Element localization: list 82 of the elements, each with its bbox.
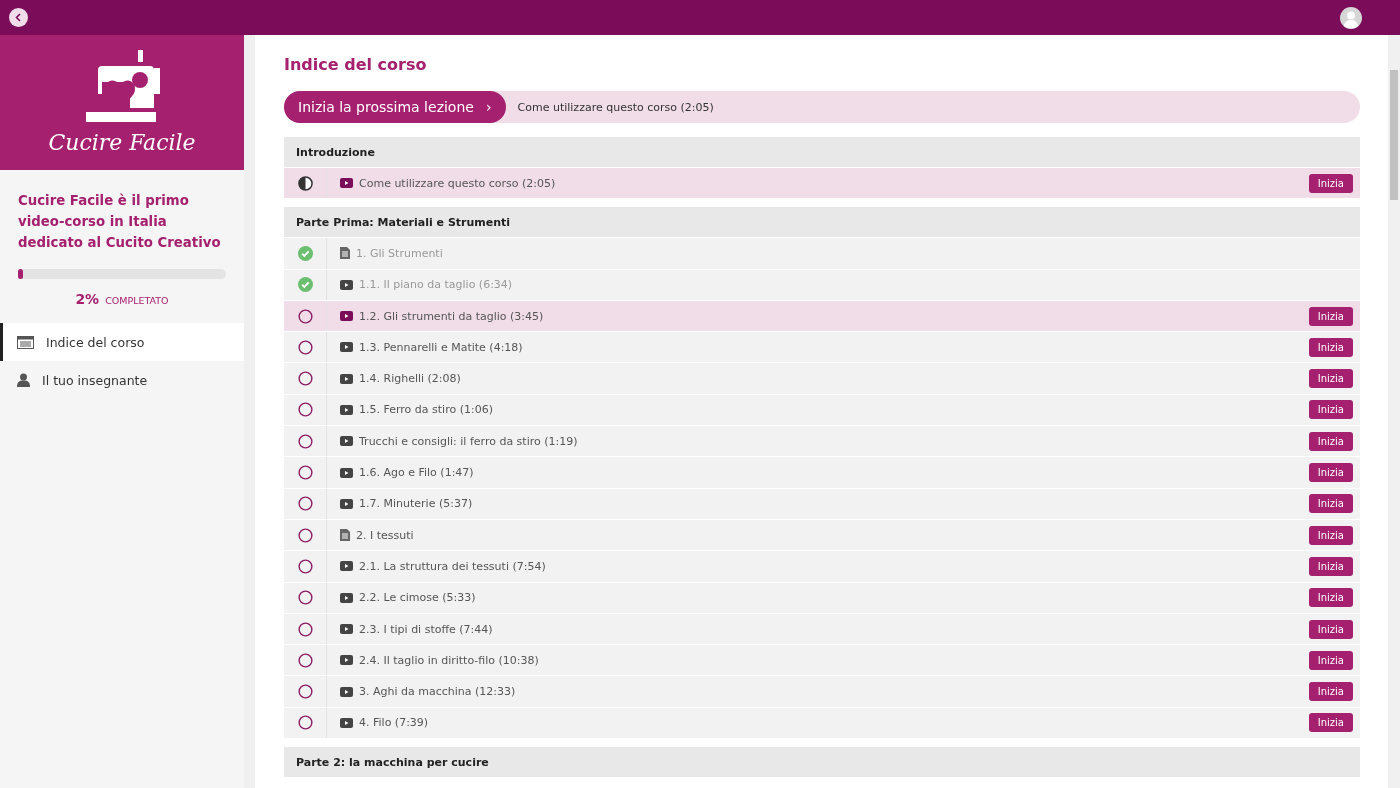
back-button[interactable] (9, 8, 28, 27)
video-icon (340, 373, 353, 384)
lesson-title: 2.1. La struttura dei tessuti (7:54) (359, 559, 546, 573)
video-icon (340, 467, 353, 478)
lesson-row[interactable]: 2.3. I tipi di stoffe (7:44) Inizia (284, 612, 1360, 645)
course-description: Cucire Facile è il primo video-corso in Italia dedicato al Cucito Creativo (17, 192, 222, 252)
start-button[interactable]: Inizia (1308, 431, 1353, 451)
progress-label: COMPLETATO (105, 295, 169, 306)
scrollbar-thumb[interactable] (1390, 70, 1398, 200)
lesson-row[interactable]: 2.4. Il taglio in diritto-filo (10:38) Inizia (284, 644, 1360, 676)
section-header: Introduzione (284, 137, 1360, 167)
page-title: Indice del corso (284, 55, 428, 74)
sidebar-item[interactable]: Il tuo insegnante (0, 361, 244, 399)
lesson-row[interactable]: 2.2. Le cimose (5:33) Inizia (284, 581, 1360, 613)
lesson-title: Come utilizzare questo corso (2:05) (359, 176, 556, 190)
video-icon (340, 178, 353, 189)
lesson-row[interactable]: 1.6. Ago e Filo (1:47) Inizia (284, 456, 1360, 488)
start-button[interactable]: Inizia (1308, 463, 1353, 482)
lesson-title: 1.4. Righelli (2:08) (359, 372, 461, 386)
document-icon (340, 247, 350, 260)
start-button[interactable]: Inizia (1308, 369, 1353, 389)
start-button[interactable]: Inizia (1308, 306, 1353, 326)
video-icon (340, 498, 353, 509)
lesson-row[interactable]: Trucchi e consigli: il ferro da stiro (1:19) Inizia (284, 425, 1360, 457)
video-icon (340, 592, 353, 603)
lesson-row[interactable]: 2. I tessuti Inizia (284, 518, 1360, 551)
lesson-title: 1.2. Gli strumenti da taglio (3:45) (359, 309, 544, 323)
video-icon (340, 279, 353, 290)
lesson-row[interactable]: 1.4. Righelli (2:08) Inizia (284, 362, 1360, 394)
lesson-title: 2.2. Le cimose (5:33) (359, 591, 476, 605)
chevron-left-icon (14, 13, 23, 22)
start-button[interactable]: Inizia (1308, 713, 1353, 733)
lesson-row[interactable]: 1.2. Gli strumenti da taglio (3:45) Inizia (284, 299, 1360, 332)
lesson-title: 1.5. Ferro da stiro (1:06) (359, 403, 493, 417)
start-button[interactable]: Inizia (1308, 400, 1353, 420)
lesson-row[interactable]: 2.1. La struttura dei tessuti (7:54) Inizia (284, 550, 1360, 582)
video-icon (340, 561, 353, 572)
video-icon (340, 436, 353, 447)
lesson-title: 1.1. Il piano da taglio (6:34) (359, 278, 513, 292)
lesson-title: 1.6. Ago e Filo (1:47) (359, 466, 474, 479)
lesson-row[interactable]: Come utilizzare questo corso (2:05) Inizia (284, 167, 1360, 199)
document-icon (340, 529, 350, 542)
avatar-icon[interactable] (1340, 6, 1362, 29)
start-button[interactable]: Inizia (1308, 588, 1353, 608)
lesson-title: 2.3. I tipi di stoffe (7:44) (359, 622, 493, 636)
section-header: Parte 2: la macchina per cucire (284, 747, 1360, 778)
next-lesson-button[interactable]: Inizia la prossima lezione › (284, 91, 506, 123)
lesson-title: 3. Aghi da macchina (12:33) (359, 685, 516, 699)
video-icon (340, 404, 353, 415)
start-button[interactable]: Inizia (1308, 650, 1353, 670)
start-button[interactable]: Inizia (1308, 494, 1353, 514)
progress-percent: 2% (75, 291, 100, 307)
person-icon (17, 373, 30, 387)
start-button[interactable]: Inizia (1308, 682, 1353, 702)
video-icon (340, 342, 353, 353)
list-icon (17, 335, 34, 349)
video-icon (340, 655, 353, 666)
lesson-row[interactable]: 3. Aghi da macchina (12:33) Inizia (284, 675, 1360, 707)
lesson-row[interactable]: 1.3. Pennarelli e Matite (4:18) Inizia (284, 331, 1360, 363)
lesson-row[interactable]: 1.5. Ferro da stiro (1:06) Inizia (284, 393, 1360, 426)
video-icon (340, 717, 353, 728)
lesson-row[interactable]: 4. Filo (7:39) Inizia (284, 706, 1360, 739)
brand-name: Cucire Facile (48, 130, 196, 155)
video-icon (340, 311, 353, 322)
start-button[interactable]: Inizia (1308, 556, 1353, 576)
lesson-title: Trucchi e consigli: il ferro da stiro (1:19) (359, 434, 578, 448)
lesson-title: 2. I tessuti (356, 528, 414, 542)
section-header: Parte Prima: Materiali e Strumenti (284, 207, 1360, 238)
start-button[interactable]: Inizia (1308, 619, 1353, 639)
start-button[interactable]: Inizia (1308, 173, 1353, 193)
video-icon (340, 686, 353, 697)
lesson-title: 1.7. Minuterie (5:37) (359, 497, 473, 511)
video-icon (340, 624, 353, 634)
start-button[interactable]: Inizia (1308, 337, 1353, 357)
start-button[interactable]: Inizia (1308, 525, 1353, 545)
sidebar-item[interactable]: Indice del corso (0, 323, 244, 361)
lesson-title: 1.3. Pennarelli e Matite (4:18) (359, 340, 523, 354)
next-lesson-title: Come utilizzare questo corso (2:05) (517, 100, 714, 114)
lesson-title: 4. Filo (7:39) (359, 716, 429, 730)
lesson-title: 2.4. Il taglio in diritto-filo (10:38) (359, 653, 539, 667)
lesson-row[interactable]: 1.7. Minuterie (5:37) Inizia (284, 487, 1360, 519)
lesson-title: 1. Gli Strumenti (356, 246, 443, 260)
